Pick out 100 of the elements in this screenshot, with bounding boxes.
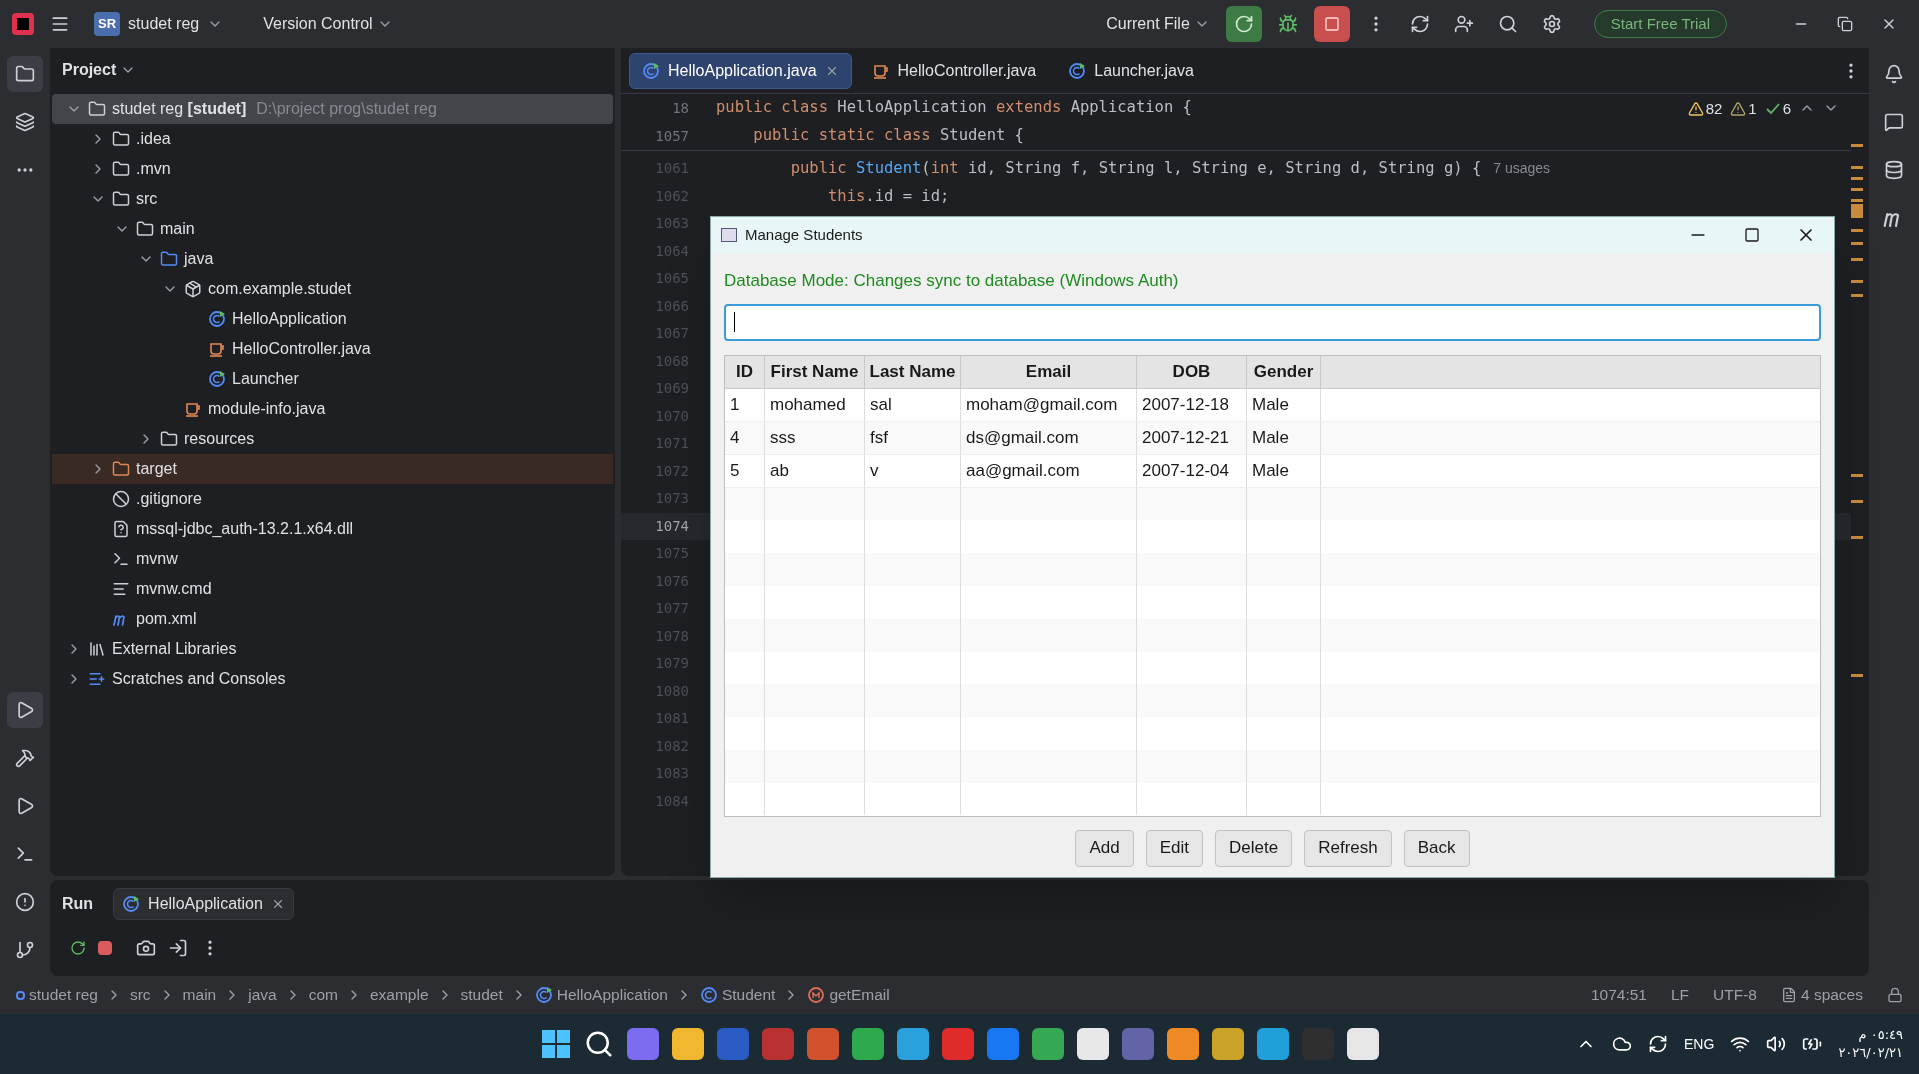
tree-item[interactable]: Scratches and Consoles	[52, 664, 613, 694]
indent-setting[interactable]: 4 spaces	[1780, 983, 1863, 1007]
tree-item[interactable]: .mvn	[52, 154, 613, 184]
run-configuration-menu[interactable]: Current File	[1098, 7, 1218, 41]
start-free-trial-button[interactable]: Start Free Trial	[1593, 10, 1727, 38]
tree-item[interactable]: java	[52, 244, 613, 274]
column-header[interactable]: DOB	[1137, 355, 1247, 389]
warning-count[interactable]: 82	[1687, 98, 1723, 121]
breadcrumb[interactable]: HelloApplication	[534, 983, 668, 1007]
editor-tab[interactable]: HelloApplication.java	[629, 52, 852, 89]
project-switcher[interactable]: SR studet reg	[86, 7, 232, 41]
version-control-menu[interactable]: Version Control	[255, 7, 401, 41]
breadcrumb[interactable]: getEmail	[807, 983, 890, 1007]
app-icon[interactable]	[1256, 1028, 1289, 1060]
line-separator[interactable]: LF	[1670, 983, 1690, 1007]
rerun-button[interactable]	[1225, 6, 1262, 42]
stop-button[interactable]	[1313, 6, 1350, 42]
breadcrumb[interactable]: studet reg	[16, 983, 98, 1007]
tree-item[interactable]: mssql-jdbc_auth-13.2.1.x64.dll	[52, 514, 613, 544]
tree-item[interactable]: HelloApplication	[52, 304, 613, 334]
exit-icon[interactable]	[168, 938, 188, 958]
run-panel-title: Run	[62, 894, 94, 914]
tree-item[interactable]: module-info.java	[52, 394, 613, 424]
project-view-menu[interactable]: Project	[62, 48, 137, 92]
table-row[interactable]: 4 sss fsf ds@gmail.com 2007-12-21 Male	[725, 422, 1820, 455]
dialog-button[interactable]: Delete	[1215, 829, 1293, 867]
app-icon[interactable]	[851, 1028, 884, 1060]
column-header[interactable]: Email	[961, 355, 1137, 389]
column-header[interactable]: First Name	[765, 355, 865, 389]
tree-item[interactable]: src	[52, 184, 613, 214]
breadcrumb[interactable]: example	[369, 983, 429, 1007]
rerun-icon[interactable]	[70, 940, 86, 956]
method-icon	[807, 986, 826, 1004]
cloud-icon[interactable]	[1612, 1034, 1633, 1054]
tree-item[interactable]: main	[52, 214, 613, 244]
clock-time[interactable]: ٠٥:٤٩ م	[1858, 1026, 1903, 1044]
terminal-icon	[112, 550, 130, 568]
tree-item[interactable]: Launcher	[52, 364, 613, 394]
tree-item[interactable]: .idea	[52, 124, 613, 154]
run-tab[interactable]: HelloApplication	[113, 888, 294, 920]
column-header[interactable]: Last Name	[865, 355, 961, 389]
breadcrumb[interactable]: Student	[699, 983, 776, 1007]
tree-item[interactable]: mvnw.cmd	[52, 574, 613, 604]
tree-item[interactable]: com.example.studet	[52, 274, 613, 304]
scratches-icon	[88, 670, 106, 688]
breadcrumb[interactable]: src	[129, 983, 151, 1007]
document-icon	[1780, 987, 1797, 1003]
tree-item[interactable]: pom.xml	[52, 604, 613, 634]
dialog-button[interactable]: Back	[1403, 829, 1470, 867]
lock-icon[interactable]	[1887, 987, 1903, 1003]
volume-icon[interactable]	[1766, 1034, 1787, 1054]
cup-icon	[184, 400, 202, 418]
app-icon[interactable]	[1076, 1028, 1109, 1060]
app-icon[interactable]	[1346, 1028, 1379, 1060]
clock-date[interactable]: ٢٠٢٦/٠٢/٢١	[1838, 1044, 1903, 1062]
tree-item[interactable]: mvnw	[52, 544, 613, 574]
table-row[interactable]: 1 mohamed sal moham@gmail.com 2007-12-18 Male	[725, 389, 1820, 423]
windows-logo-icon[interactable]	[540, 1029, 571, 1059]
tree-item[interactable]: target	[52, 454, 613, 484]
cursor-position[interactable]: 1074:51	[1590, 983, 1647, 1007]
breadcrumb[interactable]: main	[182, 983, 217, 1007]
editor-tab[interactable]: Launcher.java	[1056, 52, 1206, 89]
tree-item[interactable]: .gitignore	[52, 484, 613, 514]
tree-item[interactable]: HelloController.java	[52, 334, 613, 364]
wifi-icon[interactable]	[1730, 1034, 1751, 1054]
weak-warning-count[interactable]: 1	[1730, 98, 1757, 121]
column-header[interactable]: Gender	[1247, 355, 1321, 389]
folder-icon	[136, 220, 154, 238]
folder-icon	[160, 250, 178, 268]
app-icon[interactable]	[671, 1028, 704, 1060]
search-field[interactable]	[724, 303, 1821, 341]
breadcrumb[interactable]: studet	[460, 983, 503, 1007]
app-logo-icon[interactable]	[12, 13, 34, 35]
resources-folder-icon	[160, 430, 178, 448]
tree-item[interactable]: studet reg [studet] D:\project prog\studet reg	[52, 94, 613, 124]
table-cell: v	[865, 454, 961, 487]
table-cell: sss	[765, 422, 865, 454]
tree-item[interactable]: resources	[52, 424, 613, 454]
app-icon[interactable]	[896, 1028, 929, 1060]
breadcrumb[interactable]: java	[248, 983, 277, 1007]
language-indicator[interactable]: ENG	[1684, 1033, 1715, 1055]
column-header[interactable]: ID	[725, 355, 765, 389]
table-row[interactable]: 5 ab v aa@gmail.com 2007-12-04 Male	[725, 454, 1820, 488]
run-icon[interactable]	[7, 692, 43, 728]
app-icon[interactable]	[1211, 1028, 1244, 1060]
stop-icon[interactable]	[98, 941, 112, 955]
file-encoding[interactable]: UTF-8	[1713, 983, 1757, 1007]
maximize-icon[interactable]	[1744, 227, 1760, 243]
tree-item[interactable]: External Libraries	[52, 634, 613, 664]
editor-tab[interactable]: HelloController.java	[859, 52, 1049, 89]
typo-count[interactable]: 6	[1764, 98, 1791, 121]
sync-icon[interactable]	[1648, 1034, 1669, 1054]
app-icon[interactable]	[1166, 1028, 1199, 1060]
camera-icon[interactable]	[136, 938, 156, 958]
dialog-button[interactable]: Refresh	[1304, 829, 1392, 867]
app-icon[interactable]	[1031, 1028, 1064, 1060]
dialog-button[interactable]: Add	[1075, 829, 1134, 867]
folder-icon[interactable]	[7, 56, 43, 92]
dialog-button[interactable]: Edit	[1145, 829, 1204, 867]
breadcrumb[interactable]: com	[308, 983, 338, 1007]
